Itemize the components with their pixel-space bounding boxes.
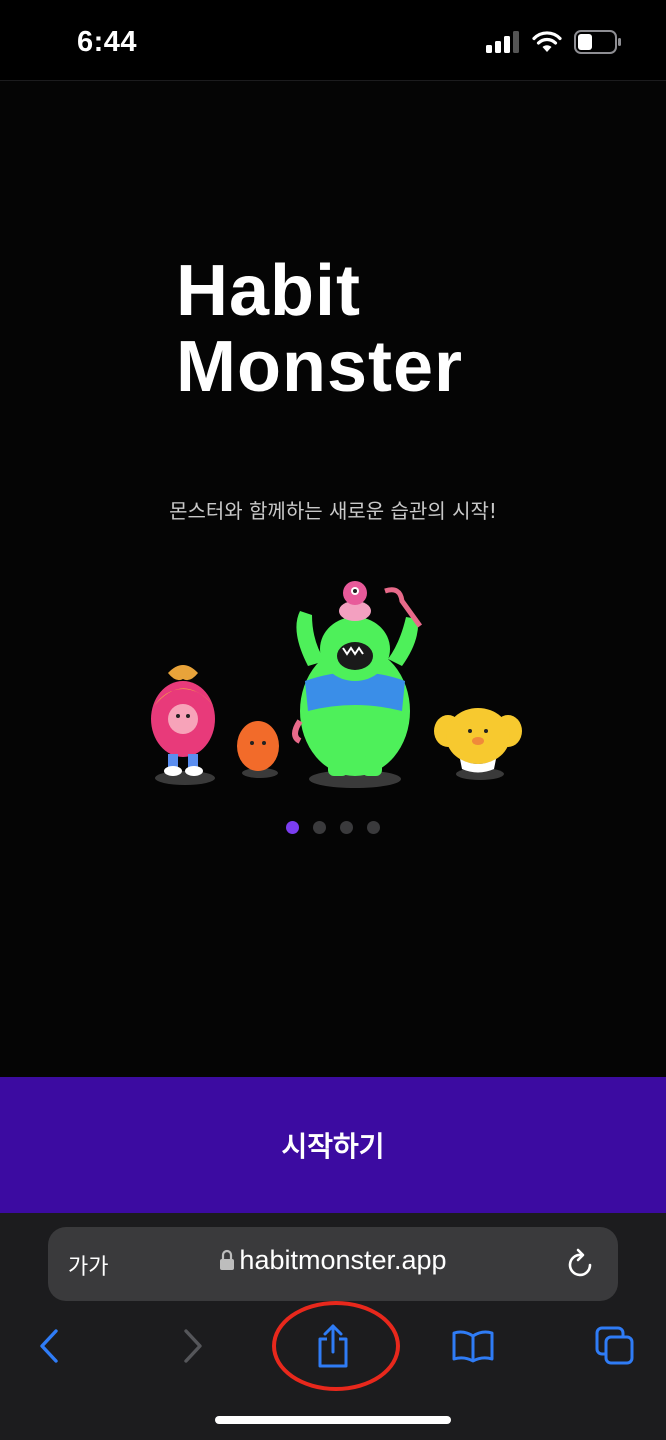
lock-icon [220,1249,235,1270]
app-title: Habit Monster [176,253,463,405]
orange-blob-monster [237,721,279,778]
wifi-icon [532,31,562,52]
back-icon [40,1329,58,1363]
app-title-line1: Habit [176,251,361,331]
bookmarks-icon [452,1330,494,1363]
green-monster [292,581,423,788]
status-time: 6:44 [77,26,138,58]
address-bar[interactable]: 가가 habitmonster.app [48,1227,618,1301]
forward-icon [184,1329,202,1363]
pager-dot-4[interactable] [367,821,380,834]
status-bar: 6:44 [0,0,666,81]
battery-icon [574,30,621,54]
pink-donut-monster [151,665,215,785]
yellow-monster [434,708,522,780]
share-highlight-annotation [272,1301,400,1391]
app-title-line2: Monster [176,327,464,407]
status-icons [486,30,622,54]
safari-bottom-bar: 가가 habitmonster.app [0,1213,666,1440]
back-button[interactable] [24,1323,74,1369]
url-display[interactable]: habitmonster.app [48,1245,618,1276]
home-indicator[interactable] [215,1416,451,1424]
pager-dot-3[interactable] [340,821,353,834]
tagline: 몬스터와 함께하는 새로운 습관의 시작! [169,499,497,523]
bookmarks-button[interactable] [448,1323,498,1369]
tabs-button[interactable] [590,1323,640,1369]
start-button[interactable]: 시작하기 [0,1077,666,1213]
reload-icon[interactable] [566,1247,596,1279]
pager-dot-1[interactable] [286,821,299,834]
pager-dot-2[interactable] [313,821,326,834]
cellular-signal-icon [486,31,519,53]
forward-button[interactable] [168,1323,218,1369]
carousel-pager [0,821,666,834]
url-text: habitmonster.app [239,1245,447,1275]
habit-monster-characters-illustration [151,581,522,788]
tabs-icon [595,1326,634,1365]
onboarding-screen: Habit Monster 몬스터와 함께하는 새로운 습관의 시작! [0,81,666,1077]
